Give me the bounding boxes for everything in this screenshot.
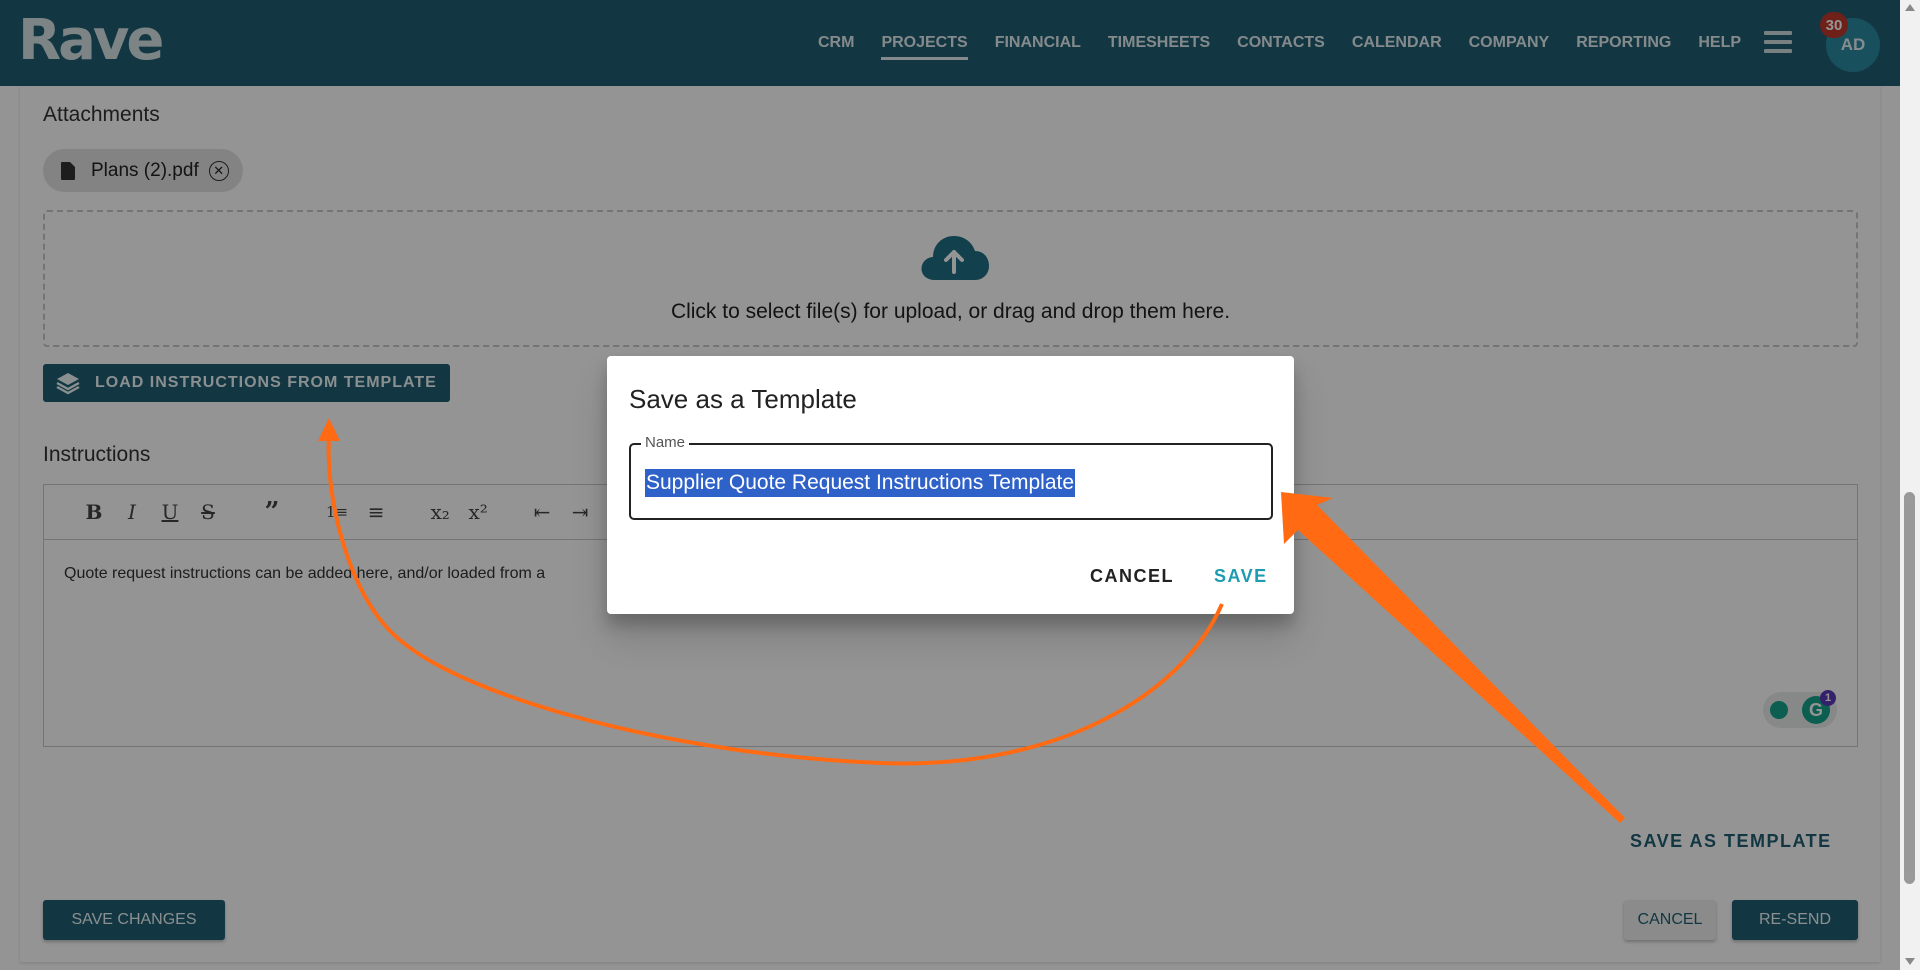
- scroll-down-icon[interactable]: [1905, 958, 1915, 965]
- scroll-thumb[interactable]: [1904, 492, 1915, 884]
- page-scrollbar[interactable]: [1900, 0, 1920, 970]
- save-template-dialog: Save as a Template Name Supplier Quote R…: [607, 356, 1294, 614]
- dialog-title: Save as a Template: [629, 384, 857, 414]
- dialog-save-button[interactable]: SAVE: [1214, 566, 1268, 587]
- template-name-field[interactable]: Name Supplier Quote Request Instructions…: [629, 434, 1273, 520]
- template-name-input[interactable]: Supplier Quote Request Instructions Temp…: [645, 469, 1076, 497]
- dialog-cancel-button[interactable]: CANCEL: [1090, 566, 1174, 587]
- field-label: Name: [641, 434, 690, 451]
- scroll-up-icon[interactable]: [1905, 4, 1915, 11]
